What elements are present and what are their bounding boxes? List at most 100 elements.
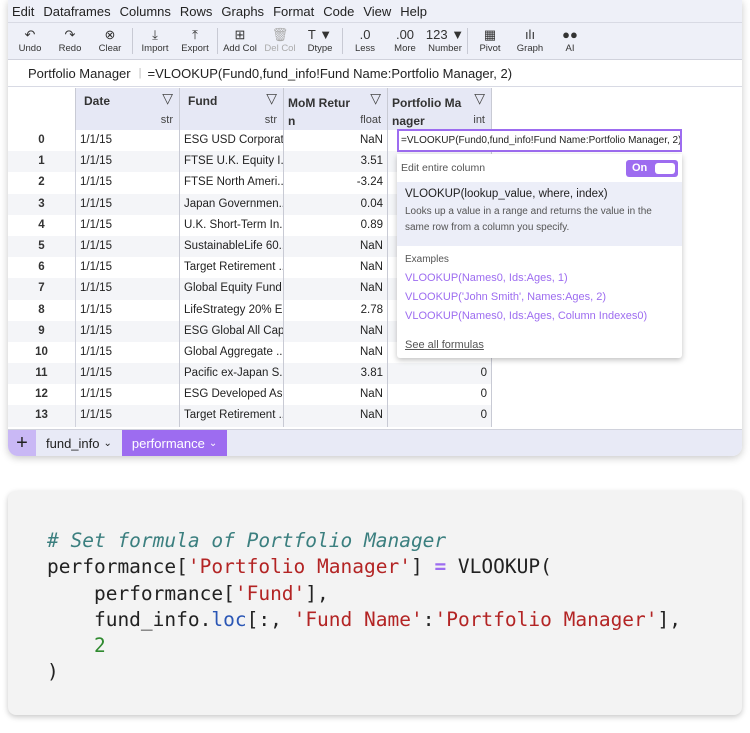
index-cell: 7 [8, 278, 76, 300]
fund-cell[interactable]: ESG USD Corporat... [180, 130, 284, 152]
formula-bar-column-name: Portfolio Manager [28, 65, 131, 81]
menu-item-format[interactable]: Format [273, 4, 314, 19]
del-col-button[interactable]: 🗑 Del Col [260, 23, 300, 59]
menu-item-view[interactable]: View [363, 4, 391, 19]
filter-icon[interactable]: ▽ [266, 90, 277, 107]
export-button[interactable]: ⤒ Export [175, 23, 215, 59]
formula-bar-value[interactable]: =VLOOKUP(Fund0,fund_info!Fund Name:Portf… [147, 66, 512, 81]
fund-cell[interactable]: Target Retirement ... [180, 405, 284, 427]
mom-return-cell[interactable]: NaN [284, 341, 388, 364]
redo-button[interactable]: ↷ Redo [50, 23, 90, 59]
clear-button[interactable]: ⊗ Clear [90, 23, 130, 59]
menu-item-graphs[interactable]: Graphs [221, 4, 264, 19]
menu-item-code[interactable]: Code [323, 4, 354, 19]
date-cell[interactable]: 1/1/15 [76, 214, 180, 236]
date-cell[interactable]: 1/1/15 [76, 151, 180, 173]
mom-return-cell[interactable]: NaN [284, 320, 388, 342]
fund-cell[interactable]: Global Aggregate ... [180, 341, 284, 364]
menu-item-dataframes[interactable]: Dataframes [43, 4, 110, 19]
portfolio-manager-cell[interactable]: 0 [388, 405, 492, 427]
mom-return-cell[interactable]: NaN [284, 384, 388, 406]
add-col-button[interactable]: ⊞ Add Col [220, 23, 260, 59]
fund-cell[interactable]: Target Retirement ... [180, 257, 284, 279]
code-string: 'Portfolio Manager' [187, 555, 411, 579]
code-comment: # Set formula of Portfolio Manager [47, 529, 447, 552]
date-cell[interactable]: 1/1/15 [76, 320, 180, 342]
fund-cell[interactable]: Japan Governmen... [180, 193, 284, 215]
menu-item-edit[interactable]: Edit [12, 4, 34, 19]
date-cell[interactable]: 1/1/15 [76, 130, 180, 152]
edit-entire-column-toggle[interactable]: On [626, 159, 678, 177]
menu-item-columns[interactable]: Columns [120, 4, 171, 19]
fund-cell[interactable]: LifeStrategy 20% E... [180, 299, 284, 321]
date-cell[interactable]: 1/1/15 [76, 341, 180, 364]
cell-formula-editor[interactable]: =VLOOKUP(Fund0,fund_info!Fund Name:Portf… [397, 129, 682, 152]
example-item[interactable]: VLOOKUP(Names0, Ids:Ages, 1) [405, 269, 674, 288]
sheet-tab-fund-info[interactable]: fund_info ⌄ [36, 430, 122, 456]
date-cell[interactable]: 1/1/15 [76, 193, 180, 215]
mom-return-cell[interactable]: 3.81 [284, 363, 388, 385]
import-button[interactable]: ⤓ Import [135, 23, 175, 59]
portfolio-manager-cell[interactable]: 0 [388, 384, 492, 406]
code-operator: = [434, 555, 447, 579]
sheet-tab-performance[interactable]: performance ⌄ [121, 430, 228, 456]
date-cell[interactable]: 1/1/15 [76, 278, 180, 300]
date-cell[interactable]: 1/1/15 [76, 257, 180, 279]
dtype-button[interactable]: T ▼ Dtype [300, 23, 340, 59]
filter-icon[interactable]: ▽ [162, 90, 173, 107]
column-header-label: Fund [188, 94, 218, 108]
add-sheet-button[interactable]: + [8, 430, 36, 456]
menu-item-rows[interactable]: Rows [180, 4, 213, 19]
example-item[interactable]: VLOOKUP('John Smith', Names:Ages, 2) [405, 288, 674, 307]
fund-cell[interactable]: FTSE U.K. Equity I... [180, 151, 284, 173]
less-button[interactable]: .0 Less [345, 23, 385, 59]
index-cell: 13 [8, 405, 76, 427]
fund-cell[interactable]: Global Equity Fund [180, 278, 284, 300]
column-header-mom-return[interactable]: MoM Retur n ▽ float [284, 88, 388, 130]
mom-return-cell[interactable]: 0.89 [284, 214, 388, 236]
mom-return-cell[interactable]: NaN [284, 130, 388, 152]
mom-return-cell[interactable]: 3.51 [284, 151, 388, 173]
column-header-date[interactable]: Date ▽ str [76, 88, 180, 130]
toolbar-button-label: Add Col [223, 43, 257, 54]
date-cell[interactable]: 1/1/15 [76, 235, 180, 258]
number-button[interactable]: 123 ▼ Number [425, 23, 465, 59]
column-header-portfolio-manager[interactable]: Portfolio Ma nager ▽ int [388, 88, 492, 130]
column-header-fund[interactable]: Fund ▽ str [180, 88, 284, 130]
date-cell[interactable]: 1/1/15 [76, 384, 180, 406]
mom-return-cell[interactable]: NaN [284, 235, 388, 258]
ai-button[interactable]: ●● AI [550, 23, 590, 59]
more-button[interactable]: .00 More [385, 23, 425, 59]
mom-return-cell[interactable]: NaN [284, 278, 388, 300]
index-cell: 12 [8, 384, 76, 406]
undo-button[interactable]: ↶ Undo [10, 23, 50, 59]
see-all-formulas-link[interactable]: See all formulas [405, 339, 674, 351]
fund-cell[interactable]: ESG Global All Cap... [180, 320, 284, 342]
date-cell[interactable]: 1/1/15 [76, 405, 180, 427]
fund-cell[interactable]: ESG Developed As... [180, 384, 284, 406]
mom-return-cell[interactable]: 2.78 [284, 299, 388, 321]
column-dtype: int [473, 114, 485, 126]
example-item[interactable]: VLOOKUP(Names0, Ids:Ages, Column Indexes… [405, 307, 674, 326]
filter-icon[interactable]: ▽ [474, 90, 485, 107]
chevron-down-icon[interactable]: ⌄ [209, 438, 217, 449]
mom-return-cell[interactable]: 0.04 [284, 193, 388, 215]
mom-return-cell[interactable]: NaN [284, 257, 388, 279]
date-cell[interactable]: 1/1/15 [76, 363, 180, 385]
menu-item-help[interactable]: Help [400, 4, 427, 19]
date-cell[interactable]: 1/1/15 [76, 299, 180, 321]
column-header-label: Portfolio Ma nager [392, 96, 462, 128]
chevron-down-icon[interactable]: ⌄ [104, 438, 112, 449]
toolbar-button-label: Less [354, 43, 376, 54]
fund-cell[interactable]: Pacific ex-Japan S... [180, 363, 284, 385]
graph-button[interactable]: ılı Graph [510, 23, 550, 59]
portfolio-manager-cell[interactable]: 0 [388, 363, 492, 385]
filter-icon[interactable]: ▽ [370, 90, 381, 107]
fund-cell[interactable]: U.K. Short-Term In... [180, 214, 284, 236]
fund-cell[interactable]: SustainableLife 60... [180, 235, 284, 258]
mom-return-cell[interactable]: NaN [284, 405, 388, 427]
mom-return-cell[interactable]: -3.24 [284, 172, 388, 194]
fund-cell[interactable]: FTSE North Ameri... [180, 172, 284, 194]
date-cell[interactable]: 1/1/15 [76, 172, 180, 194]
pivot-button[interactable]: ▦ Pivot [470, 23, 510, 59]
